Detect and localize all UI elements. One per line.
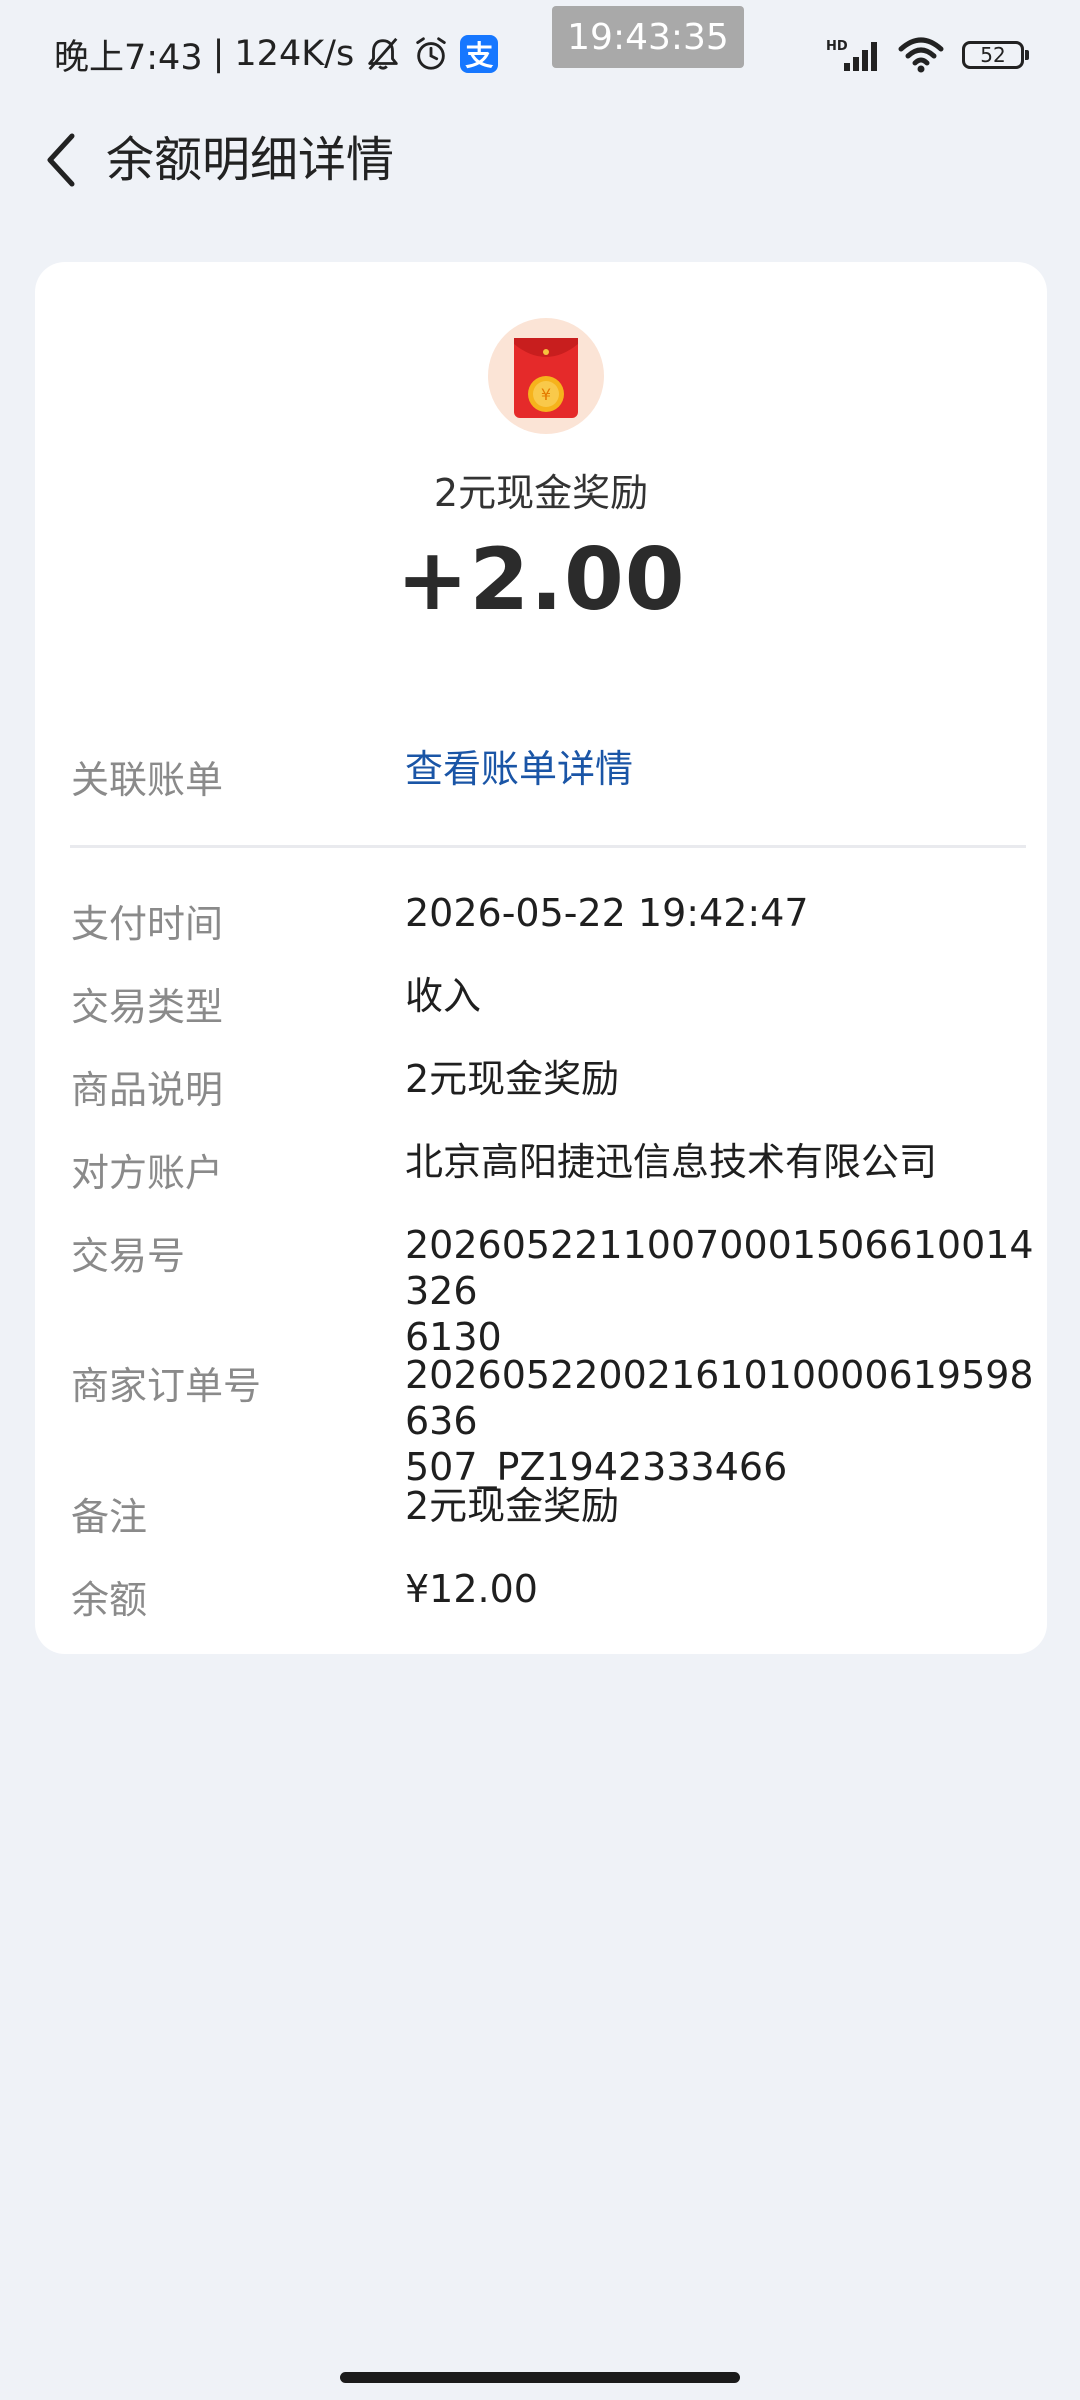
svg-text:¥: ¥ bbox=[541, 385, 551, 404]
linked-bill-label: 关联账单 bbox=[71, 758, 224, 802]
balance-value: ¥12.00 bbox=[405, 1567, 538, 1611]
pay-time-label: 支付时间 bbox=[71, 902, 224, 946]
status-left: 晚上7:43 | 124K/s 支 bbox=[54, 26, 499, 82]
balance-label: 余额 bbox=[71, 1578, 148, 1622]
page-title: 余额明细详情 bbox=[106, 132, 395, 188]
product-desc-value: 2元现金奖励 bbox=[405, 1057, 620, 1101]
bell-off-icon bbox=[368, 37, 398, 71]
network-speed: 124K/s bbox=[234, 34, 355, 74]
home-indicator[interactable] bbox=[340, 2372, 740, 2383]
battery-icon: 52 bbox=[962, 41, 1029, 69]
header: 余额明细详情 bbox=[0, 108, 1080, 212]
red-envelope-icon: ¥ bbox=[488, 318, 604, 434]
merchant-order-line-1: 20260522002161010000619598636 bbox=[405, 1353, 1034, 1443]
back-button[interactable] bbox=[30, 128, 94, 192]
divider bbox=[70, 845, 1026, 848]
amount: +2.00 bbox=[396, 530, 686, 630]
hd-signal-icon: HD bbox=[826, 39, 877, 71]
trade-type-label: 交易类型 bbox=[71, 985, 224, 1029]
wifi-icon bbox=[898, 37, 944, 73]
alipay-icon: 支 bbox=[460, 35, 499, 73]
product-title: 2元现金奖励 bbox=[433, 471, 649, 515]
remark-label: 备注 bbox=[71, 1495, 148, 1539]
pay-time-value: 2026-05-22 19:42:47 bbox=[405, 891, 809, 935]
counterparty-label: 对方账户 bbox=[71, 1151, 224, 1195]
trade-no-label: 交易号 bbox=[71, 1234, 186, 1278]
detail-card: ¥ 2元现金奖励 +2.00 关联账单 查看账单详情 支付时间 2026-05-… bbox=[35, 262, 1047, 1654]
remark-value: 2元现金奖励 bbox=[405, 1484, 620, 1528]
battery-level: 52 bbox=[980, 43, 1006, 67]
alarm-icon bbox=[416, 37, 446, 70]
status-separator: | bbox=[212, 34, 225, 74]
floating-clock: 19:43:35 bbox=[552, 6, 744, 68]
merchant-order-label: 商家订单号 bbox=[71, 1364, 262, 1408]
merchant-order-value[interactable]: 20260522002161010000619598636 507_PZ1942… bbox=[405, 1352, 1045, 1490]
view-bill-details-link[interactable]: 查看账单详情 bbox=[405, 746, 1045, 792]
trade-no-line-1: 20260522110070001506610014326 bbox=[405, 1223, 1034, 1313]
trade-no-value[interactable]: 20260522110070001506610014326 6130 bbox=[405, 1222, 1045, 1360]
counterparty-value: 北京高阳捷迅信息技术有限公司 bbox=[405, 1140, 938, 1184]
status-right: HD 52 bbox=[826, 30, 1029, 80]
chevron-left-icon bbox=[47, 133, 75, 187]
product-desc-label: 商品说明 bbox=[71, 1068, 224, 1112]
status-bar: 晚上7:43 | 124K/s 支 19:43:35 HD 52 bbox=[0, 0, 1080, 108]
svg-text:HD: HD bbox=[826, 39, 848, 54]
status-time: 晚上7:43 bbox=[54, 37, 203, 78]
trade-type-value: 收入 bbox=[405, 974, 482, 1018]
